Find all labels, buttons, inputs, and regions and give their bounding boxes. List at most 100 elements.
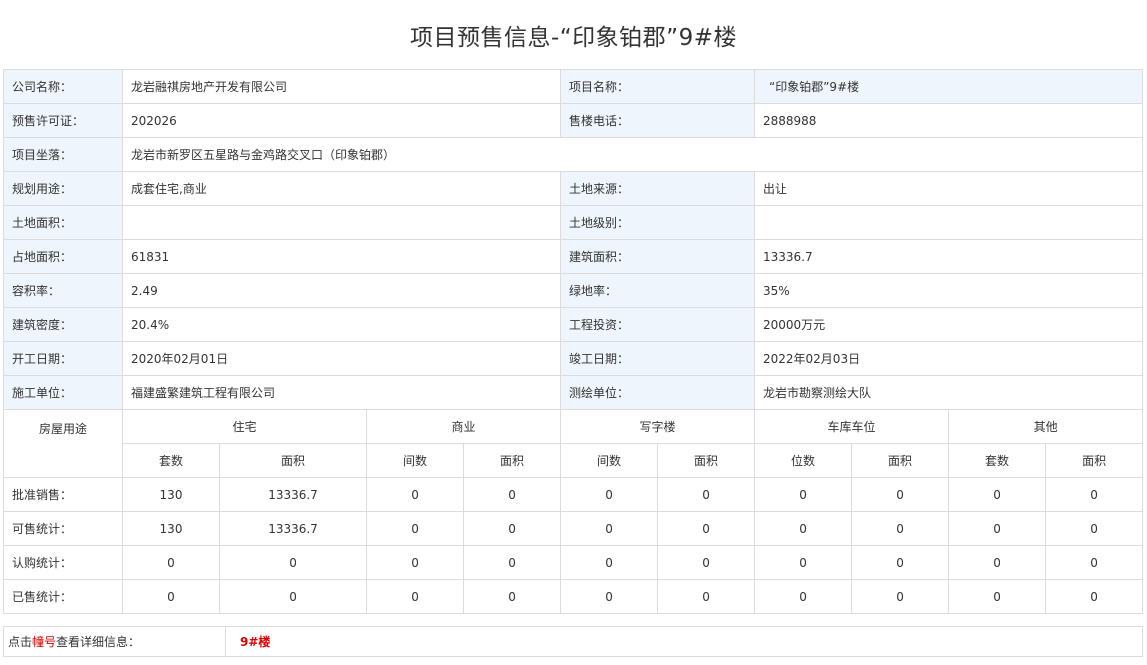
end-date-value: 2022年02月03日 bbox=[754, 341, 1143, 376]
occupied-area-label: 占地面积： bbox=[3, 239, 123, 274]
stat-cell: 0 bbox=[560, 579, 659, 614]
stat-cell: 0 bbox=[948, 579, 1047, 614]
permit-value: 202026 bbox=[122, 103, 561, 138]
info-row: 容积率： 2.49 绿地率： 35% bbox=[3, 273, 1143, 308]
constructor-label: 施工单位： bbox=[3, 375, 123, 410]
green-ratio-value: 35% bbox=[754, 273, 1143, 308]
stat-cell: 0 bbox=[560, 511, 659, 546]
subheader: 面积 bbox=[1045, 443, 1144, 478]
stat-cell: 0 bbox=[851, 579, 950, 614]
building-link-row: 点击幢号查看详细信息： 9#楼 bbox=[3, 626, 1143, 657]
stat-cell: 0 bbox=[657, 545, 756, 580]
stat-cell: 0 bbox=[948, 511, 1047, 546]
subheader: 位数 bbox=[754, 443, 853, 478]
investment-label: 工程投资： bbox=[560, 307, 755, 342]
stat-cell: 0 bbox=[1045, 579, 1144, 614]
stat-cell: 0 bbox=[122, 579, 220, 614]
subheader: 面积 bbox=[463, 443, 562, 478]
plot-ratio-value: 2.49 bbox=[122, 273, 561, 308]
building-area-label: 建筑面积： bbox=[560, 239, 755, 274]
subheader: 面积 bbox=[218, 443, 368, 478]
stat-cell: 0 bbox=[463, 545, 562, 580]
building-link-hint: 点击幢号查看详细信息： bbox=[3, 626, 226, 657]
permit-label: 预售许可证： bbox=[3, 103, 123, 138]
start-date-label: 开工日期： bbox=[3, 341, 123, 376]
subheader: 间数 bbox=[560, 443, 659, 478]
subheader: 套数 bbox=[122, 443, 220, 478]
stat-cell: 0 bbox=[560, 545, 659, 580]
stat-cell: 0 bbox=[463, 511, 562, 546]
building-area-value: 13336.7 bbox=[754, 239, 1143, 274]
stats-row-approved: 批准销售： 130 13336.7 0 0 0 0 0 0 0 0 bbox=[3, 477, 1144, 512]
subheader: 面积 bbox=[851, 443, 950, 478]
phone-label: 售楼电话： bbox=[560, 103, 755, 138]
project-info-table: 公司名称： 龙岩融祺房地产开发有限公司 项目名称： “印象铂郡”9#楼 预售许可… bbox=[3, 69, 1143, 410]
info-row: 占地面积： 61831 建筑面积： 13336.7 bbox=[3, 239, 1143, 274]
green-ratio-label: 绿地率： bbox=[560, 273, 755, 308]
info-row: 建筑密度： 20.4% 工程投资： 20000万元 bbox=[3, 307, 1143, 342]
company-value: 龙岩融祺房地产开发有限公司 bbox=[122, 69, 561, 104]
stat-cell: 13336.7 bbox=[218, 477, 368, 512]
subheader: 间数 bbox=[366, 443, 465, 478]
usage-value: 成套住宅,商业 bbox=[122, 171, 561, 206]
category-header: 住宅 bbox=[121, 409, 368, 444]
stat-cell: 0 bbox=[366, 477, 465, 512]
surveyor-value: 龙岩市勘察测绘大队 bbox=[754, 375, 1143, 410]
row-label: 可售统计： bbox=[3, 511, 123, 546]
stat-cell: 0 bbox=[218, 579, 368, 614]
land-grade-label: 土地级别： bbox=[560, 205, 755, 240]
land-area-value bbox=[122, 205, 561, 240]
stat-cell: 0 bbox=[218, 545, 368, 580]
location-label: 项目坐落： bbox=[3, 137, 123, 172]
land-source-label: 土地来源： bbox=[560, 171, 755, 206]
row-label: 认购统计： bbox=[3, 545, 123, 580]
project-value: “印象铂郡”9#楼 bbox=[754, 69, 1143, 104]
hint-prefix: 点击 bbox=[8, 635, 33, 649]
stat-cell: 0 bbox=[948, 477, 1047, 512]
stat-cell: 130 bbox=[122, 511, 220, 546]
category-header: 其他 bbox=[948, 409, 1144, 444]
stats-subheader-row: 套数 面积 间数 面积 间数 面积 位数 面积 套数 面积 bbox=[4, 443, 1144, 478]
location-value: 龙岩市新罗区五星路与金鸡路交叉口（印象铂郡） bbox=[122, 137, 1143, 172]
info-row: 公司名称： 龙岩融祺房地产开发有限公司 项目名称： “印象铂郡”9#楼 bbox=[3, 69, 1143, 104]
hint-highlight: 幢号 bbox=[32, 635, 57, 649]
stat-cell: 0 bbox=[366, 545, 465, 580]
occupied-area-value: 61831 bbox=[122, 239, 561, 274]
project-label: 项目名称： bbox=[560, 69, 755, 104]
land-source-value: 出让 bbox=[754, 171, 1143, 206]
usage-label: 规划用途： bbox=[3, 171, 123, 206]
stat-cell: 13336.7 bbox=[218, 511, 368, 546]
usage-corner-header: 房屋用途 bbox=[3, 409, 123, 478]
stat-cell: 0 bbox=[657, 511, 756, 546]
category-header: 车库车位 bbox=[754, 409, 950, 444]
stats-row-available: 可售统计： 130 13336.7 0 0 0 0 0 0 0 0 bbox=[3, 511, 1144, 546]
stats-row-sold: 已售统计： 0 0 0 0 0 0 0 0 0 0 bbox=[3, 579, 1144, 614]
stat-cell: 0 bbox=[754, 579, 853, 614]
stat-cell: 0 bbox=[366, 511, 465, 546]
info-row: 预售许可证： 202026 售楼电话： 2888988 bbox=[3, 103, 1143, 138]
stat-cell: 0 bbox=[851, 545, 950, 580]
constructor-value: 福建盛繁建筑工程有限公司 bbox=[122, 375, 561, 410]
density-label: 建筑密度： bbox=[3, 307, 123, 342]
page-title: 项目预售信息-“印象铂郡”9#楼 bbox=[409, 25, 738, 51]
stat-cell: 130 bbox=[122, 477, 220, 512]
building-9-link[interactable]: 9#楼 bbox=[240, 635, 270, 649]
start-date-value: 2020年02月01日 bbox=[122, 341, 561, 376]
stat-cell: 0 bbox=[851, 511, 950, 546]
info-row: 规划用途： 成套住宅,商业 土地来源： 出让 bbox=[3, 171, 1143, 206]
phone-value: 2888988 bbox=[754, 103, 1143, 138]
stats-row-subscribed: 认购统计： 0 0 0 0 0 0 0 0 0 0 bbox=[3, 545, 1144, 580]
density-value: 20.4% bbox=[122, 307, 561, 342]
building-link-table: 点击幢号查看详细信息： 9#楼 bbox=[3, 626, 1143, 657]
category-header: 写字楼 bbox=[560, 409, 756, 444]
stat-cell: 0 bbox=[1045, 545, 1144, 580]
stats-header-row: 房屋用途 住宅 商业 写字楼 车库车位 其他 bbox=[3, 409, 1144, 478]
stat-cell: 0 bbox=[1045, 477, 1144, 512]
end-date-label: 竣工日期： bbox=[560, 341, 755, 376]
sales-stats-table: 房屋用途 住宅 商业 写字楼 车库车位 其他 套数 面积 间数 面积 间数 面积… bbox=[3, 409, 1144, 614]
subheader: 套数 bbox=[948, 443, 1047, 478]
stat-cell: 0 bbox=[851, 477, 950, 512]
info-row: 开工日期： 2020年02月01日 竣工日期： 2022年02月03日 bbox=[3, 341, 1143, 376]
category-header: 商业 bbox=[366, 409, 562, 444]
subheader: 面积 bbox=[657, 443, 756, 478]
